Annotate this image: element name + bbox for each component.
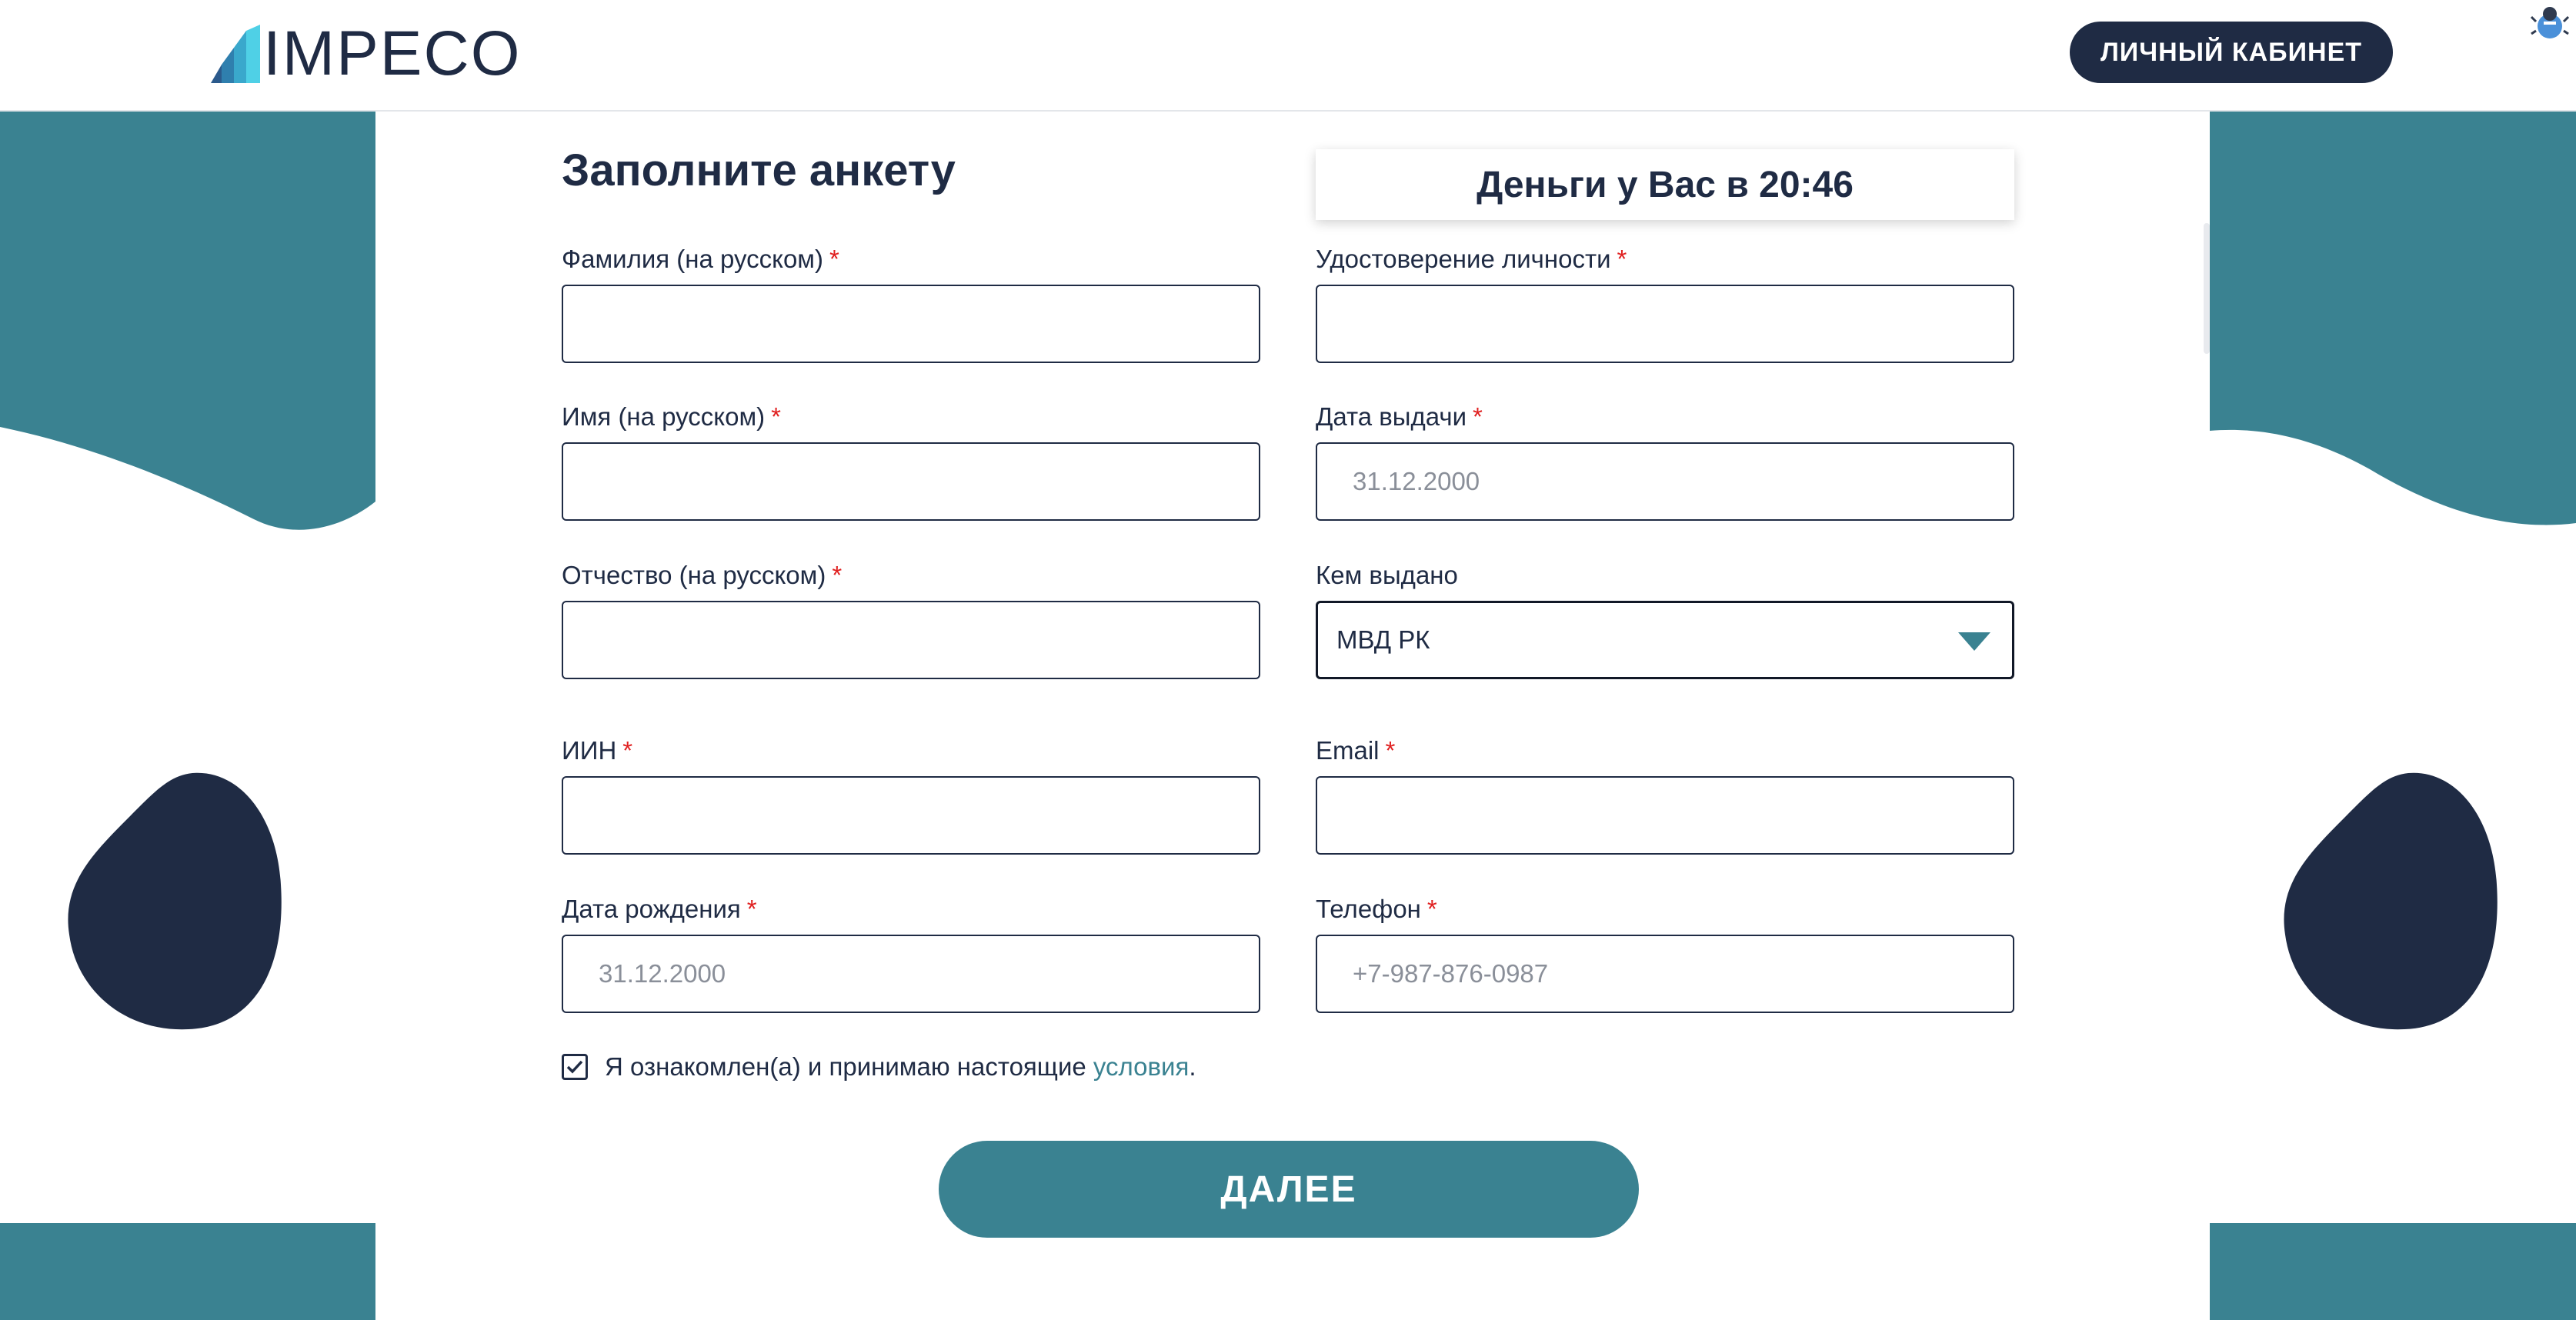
first-name-input[interactable] bbox=[562, 442, 1260, 521]
required-mark: * bbox=[1617, 245, 1627, 273]
next-button[interactable]: ДАЛЕЕ bbox=[939, 1141, 1639, 1238]
patronymic-field: Отчество (на русском) * bbox=[562, 561, 1260, 679]
iin-label: ИИН * bbox=[562, 736, 633, 765]
birth-date-field: Дата рождения * 31.12.2000 bbox=[562, 895, 1260, 1013]
issued-by-label: Кем выдано bbox=[1316, 561, 1458, 589]
patronymic-input[interactable] bbox=[562, 601, 1260, 679]
birth-date-placeholder: 31.12.2000 bbox=[599, 959, 726, 988]
phone-placeholder: +7-987-876-0987 bbox=[1353, 959, 1549, 988]
top-header: IMPECO ЛИЧНЫЙ КАБИНЕТ bbox=[0, 0, 2576, 112]
id-card-label: Удостоверение личности * bbox=[1316, 245, 1627, 273]
issued-by-select[interactable]: МВД РК bbox=[1316, 601, 2014, 679]
required-mark: * bbox=[832, 561, 843, 589]
brand-logo[interactable]: IMPECO bbox=[211, 22, 521, 86]
page: IMPECO ЛИЧНЫЙ КАБИНЕТ Заполните анкету Д… bbox=[0, 0, 2576, 1320]
logo-text: IMPECO bbox=[263, 18, 522, 88]
left-teal-bottom bbox=[0, 1223, 375, 1320]
bug-extension-icon[interactable] bbox=[2530, 3, 2570, 43]
logo-mark-icon bbox=[211, 25, 260, 83]
issue-date-field: Дата выдачи * 31.12.2000 bbox=[1316, 402, 2014, 521]
id-card-input[interactable] bbox=[1316, 285, 2014, 363]
consent-row: Я ознакомлен(а) и принимаю настоящие усл… bbox=[562, 1052, 1196, 1082]
required-mark: * bbox=[1385, 736, 1396, 765]
consent-checkbox[interactable] bbox=[562, 1054, 588, 1080]
email-label: Email * bbox=[1316, 736, 1396, 765]
phone-field: Телефон * +7-987-876-0987 bbox=[1316, 895, 2014, 1013]
required-mark: * bbox=[1473, 402, 1483, 431]
right-teal-wave bbox=[2210, 110, 2576, 525]
required-mark: * bbox=[622, 736, 633, 765]
right-navy-blob bbox=[2284, 772, 2498, 1030]
required-mark: * bbox=[746, 895, 757, 923]
issue-date-placeholder: 31.12.2000 bbox=[1353, 467, 1480, 495]
last-name-input[interactable] bbox=[562, 285, 1260, 363]
issued-by-selected-value: МВД РК bbox=[1336, 625, 1430, 654]
last-name-label: Фамилия (на русском) * bbox=[562, 245, 839, 273]
issue-date-input[interactable]: 31.12.2000 bbox=[1316, 442, 2014, 521]
phone-label: Телефон * bbox=[1316, 895, 1437, 923]
patronymic-label: Отчество (на русском) * bbox=[562, 561, 843, 589]
consent-text: Я ознакомлен(а) и принимаю настоящие bbox=[605, 1052, 1086, 1081]
scrollbar[interactable] bbox=[2204, 223, 2210, 354]
right-teal-bottom bbox=[2210, 1223, 2576, 1320]
id-card-field: Удостоверение личности * bbox=[1316, 245, 2014, 363]
first-name-field: Имя (на русском) * bbox=[562, 402, 1260, 521]
consent-end: . bbox=[1189, 1052, 1196, 1081]
personal-cabinet-button[interactable]: ЛИЧНЫЙ КАБИНЕТ bbox=[2070, 22, 2393, 83]
left-teal-wave bbox=[0, 110, 375, 530]
required-mark: * bbox=[829, 245, 839, 273]
chevron-down-icon[interactable] bbox=[1958, 632, 1990, 651]
phone-input[interactable]: +7-987-876-0987 bbox=[1316, 935, 2014, 1013]
required-mark: * bbox=[771, 402, 781, 431]
form-title: Заполните анкету bbox=[562, 145, 956, 195]
birth-date-input[interactable]: 31.12.2000 bbox=[562, 935, 1260, 1013]
left-navy-blob bbox=[68, 772, 282, 1030]
money-timer: Деньги у Вас в 20:46 bbox=[1316, 149, 2014, 220]
issued-by-field: Кем выдано МВД РК bbox=[1316, 561, 2014, 679]
issue-date-label: Дата выдачи * bbox=[1316, 402, 1483, 431]
checkmark-icon bbox=[566, 1060, 583, 1074]
terms-link[interactable]: условия bbox=[1093, 1052, 1189, 1082]
email-field: Email * bbox=[1316, 736, 2014, 855]
last-name-field: Фамилия (на русском) * bbox=[562, 245, 1260, 363]
iin-input[interactable] bbox=[562, 776, 1260, 855]
required-mark: * bbox=[1426, 895, 1437, 923]
birth-date-label: Дата рождения * bbox=[562, 895, 757, 923]
first-name-label: Имя (на русском) * bbox=[562, 402, 781, 431]
iin-field: ИИН * bbox=[562, 736, 1260, 855]
email-input[interactable] bbox=[1316, 776, 2014, 855]
